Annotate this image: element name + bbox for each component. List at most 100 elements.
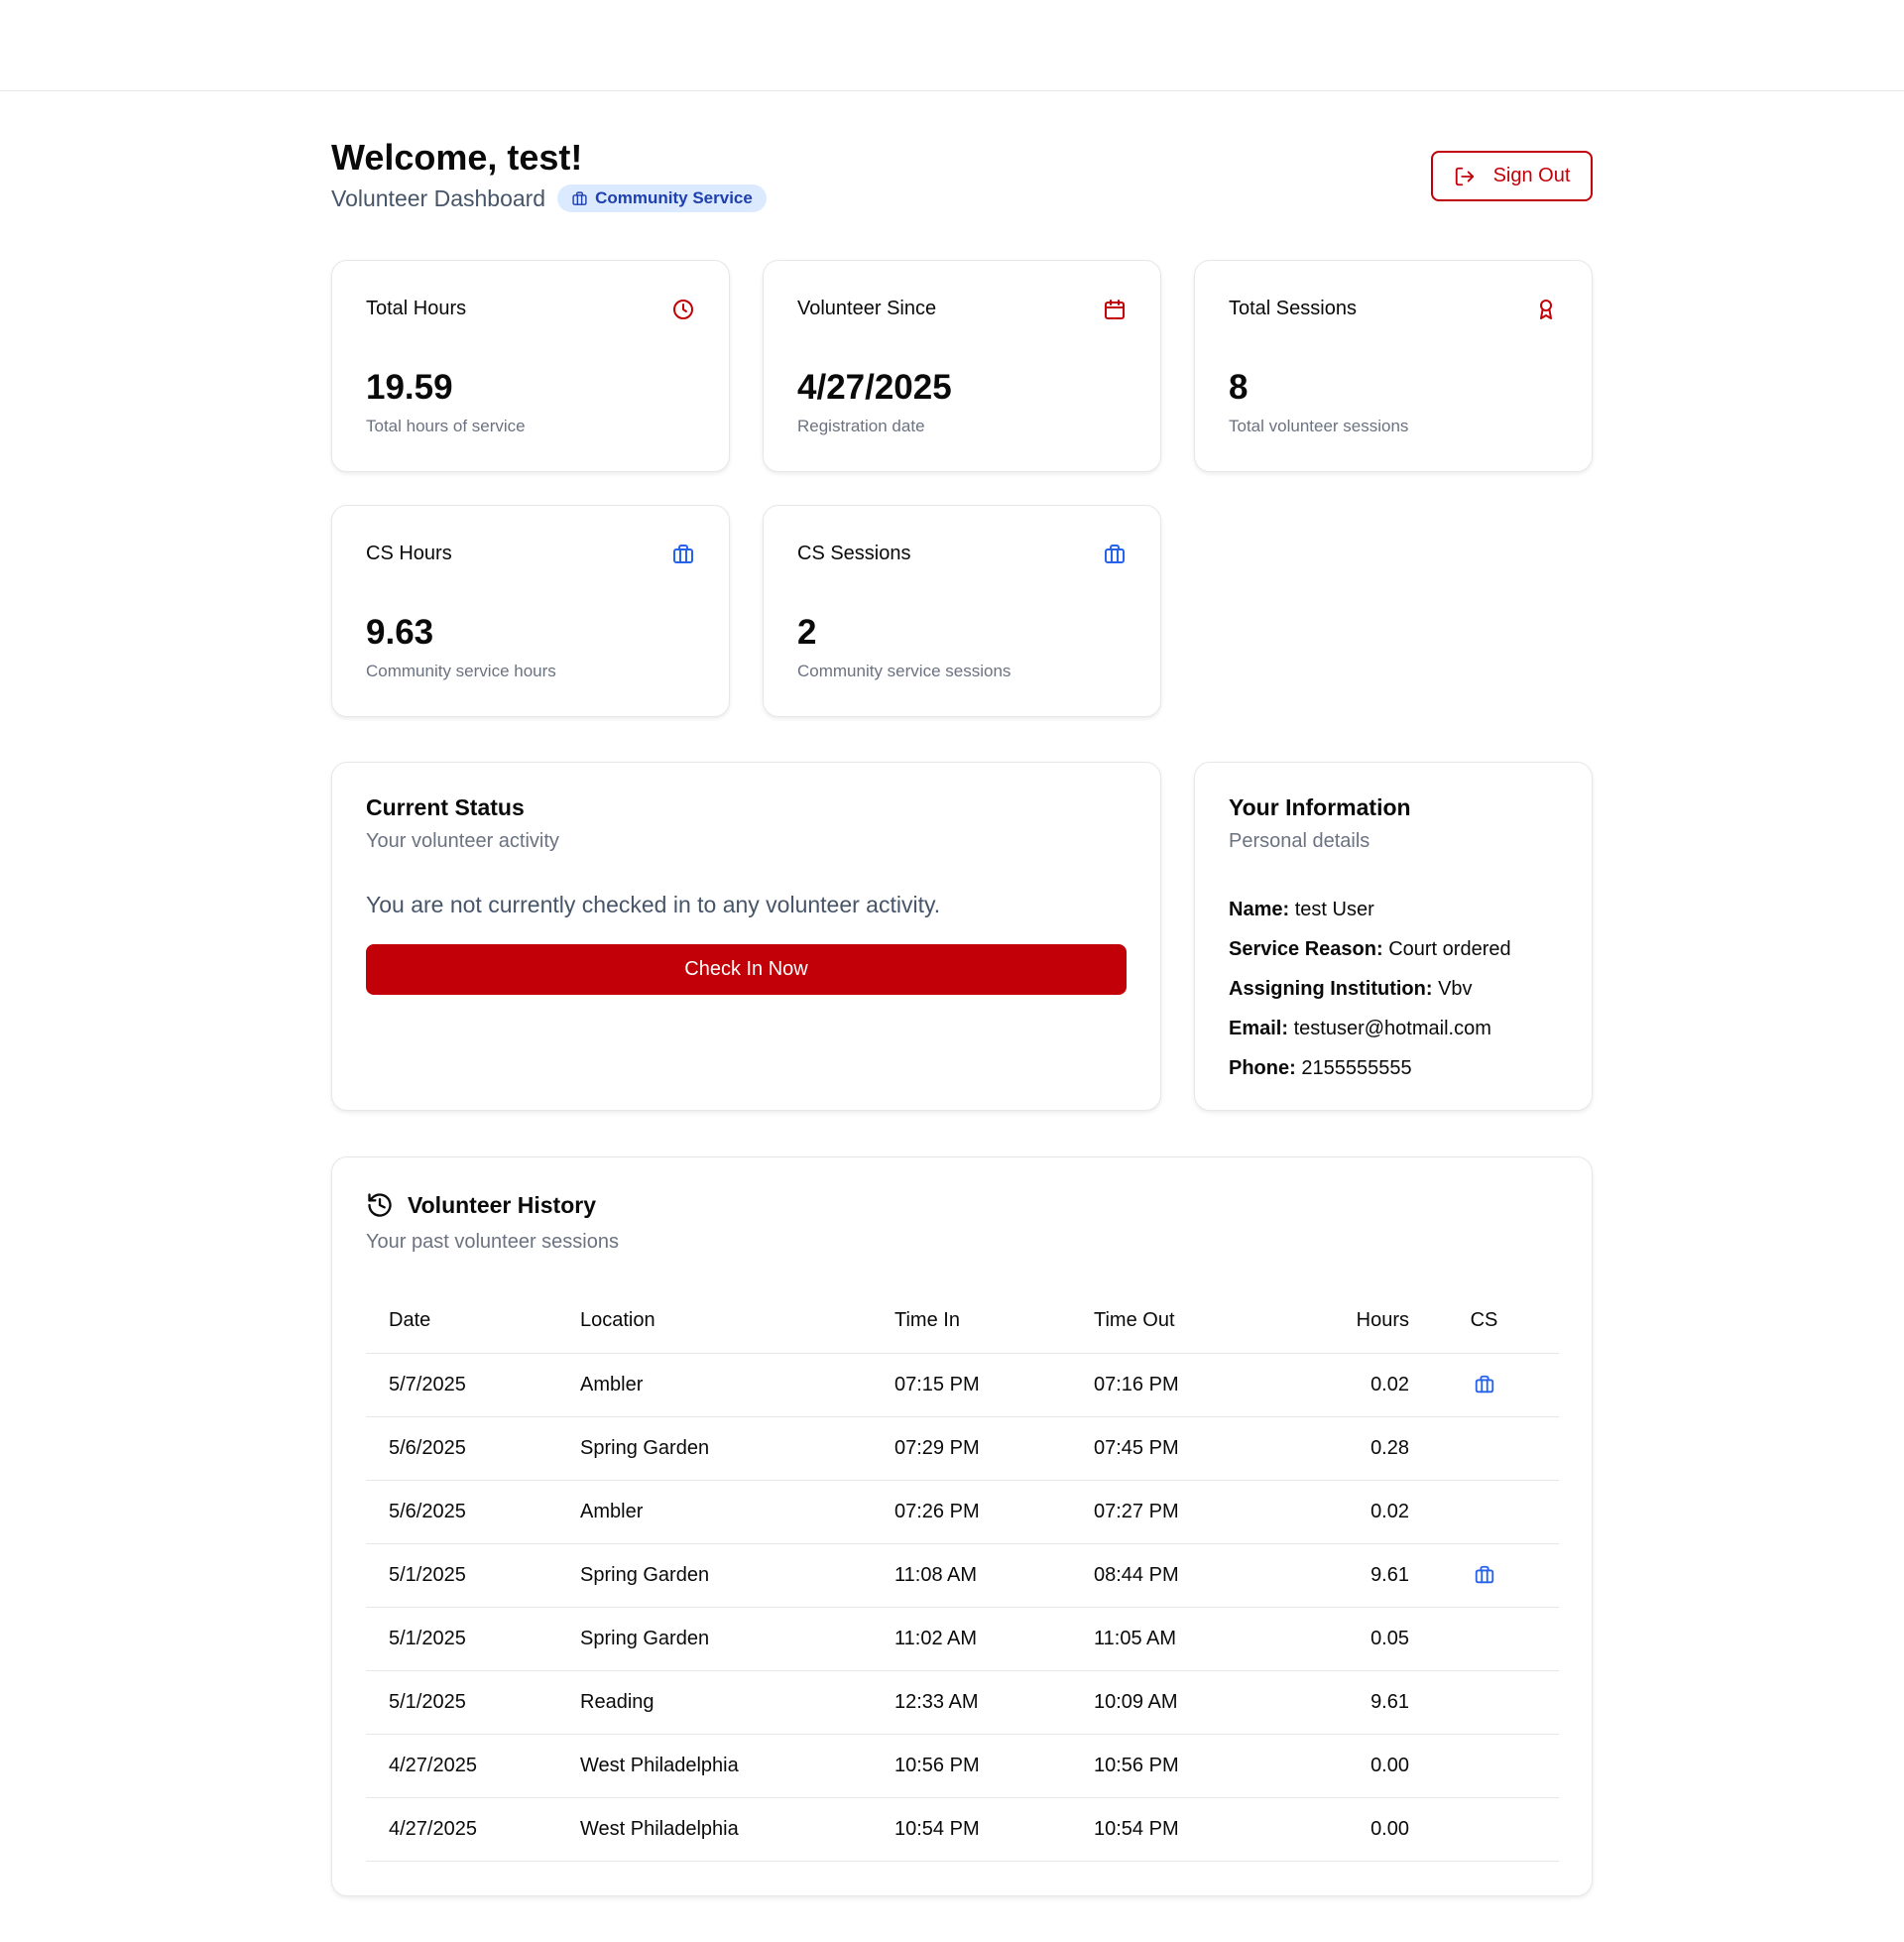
cell-cs <box>1409 1353 1559 1417</box>
cell-date: 4/27/2025 <box>366 1797 580 1862</box>
cell-time-in: 07:29 PM <box>894 1416 1094 1481</box>
cell-cs <box>1409 1797 1559 1862</box>
check-in-button[interactable]: Check In Now <box>366 944 1127 995</box>
history-header: Volunteer History <box>366 1191 596 1219</box>
briefcase-icon <box>1475 1376 1493 1394</box>
history-table: Date Location Time In Time Out Hours CS … <box>366 1289 1559 1862</box>
cell-date: 5/1/2025 <box>366 1670 580 1735</box>
stat-caption: Community service hours <box>366 662 556 680</box>
field-value: testuser@hotmail.com <box>1293 1018 1491 1039</box>
cell-time-in: 11:02 AM <box>894 1607 1094 1671</box>
cell-time-out: 10:56 PM <box>1094 1734 1270 1798</box>
info-list: Name: test User Service Reason: Court or… <box>1229 890 1511 1088</box>
status-title: Current Status <box>366 794 525 820</box>
cell-time-out: 10:09 AM <box>1094 1670 1270 1735</box>
column-header-time-out: Time Out <box>1094 1289 1270 1354</box>
column-header-hours: Hours <box>1270 1289 1409 1354</box>
subtitle-row: Volunteer Dashboard Community Service <box>331 184 767 212</box>
stat-label: Volunteer Since <box>797 298 937 319</box>
cell-location: Spring Garden <box>580 1543 894 1608</box>
cell-date: 5/6/2025 <box>366 1480 580 1544</box>
info-subtitle: Personal details <box>1229 830 1370 852</box>
info-phone: Phone: 2155555555 <box>1229 1048 1511 1088</box>
cell-cs <box>1409 1543 1559 1608</box>
cell-time-in: 07:15 PM <box>894 1353 1094 1417</box>
stat-value: 19.59 <box>366 368 453 407</box>
info-assigning-institution: Assigning Institution: Vbv <box>1229 969 1511 1009</box>
cell-location: Spring Garden <box>580 1416 894 1481</box>
cell-hours: 0.00 <box>1270 1797 1409 1862</box>
column-header-cs: CS <box>1409 1289 1559 1354</box>
page-subtitle: Volunteer Dashboard <box>331 184 546 211</box>
cell-date: 5/6/2025 <box>366 1416 580 1481</box>
cell-hours: 9.61 <box>1270 1543 1409 1608</box>
field-value: Vbv <box>1438 978 1473 1000</box>
stat-card-total-sessions: Total Sessions 8 Total volunteer session… <box>1194 260 1593 472</box>
stat-label: CS Sessions <box>797 543 911 564</box>
info-email: Email: testuser@hotmail.com <box>1229 1009 1511 1048</box>
cell-cs <box>1409 1480 1559 1544</box>
stat-label: Total Sessions <box>1229 298 1357 319</box>
info-service-reason: Service Reason: Court ordered <box>1229 929 1511 969</box>
cell-location: Ambler <box>580 1353 894 1417</box>
table-row: 4/27/2025 West Philadelphia 10:56 PM 10:56 … <box>366 1734 1559 1798</box>
stat-value: 2 <box>797 613 817 652</box>
cell-hours: 0.00 <box>1270 1734 1409 1798</box>
cell-cs <box>1409 1670 1559 1735</box>
cell-time-out: 07:45 PM <box>1094 1416 1270 1481</box>
column-header-time-in: Time In <box>894 1289 1094 1354</box>
stat-value: 4/27/2025 <box>797 368 952 407</box>
stat-caption: Total hours of service <box>366 417 526 435</box>
table-row: 5/6/2025 Ambler 07:26 PM 07:27 PM 0.02 <box>366 1480 1559 1544</box>
briefcase-icon <box>673 545 693 563</box>
history-subtitle: Your past volunteer sessions <box>366 1231 619 1253</box>
page-title: Welcome, test! <box>331 137 583 178</box>
cell-hours: 0.02 <box>1270 1353 1409 1417</box>
cell-time-in: 10:54 PM <box>894 1797 1094 1862</box>
stat-caption: Community service sessions <box>797 662 1012 680</box>
cell-time-out: 07:27 PM <box>1094 1480 1270 1544</box>
stat-value: 8 <box>1229 368 1249 407</box>
field-label: Phone: <box>1229 1057 1296 1079</box>
cell-location: West Philadelphia <box>580 1734 894 1798</box>
cell-time-in: 10:56 PM <box>894 1734 1094 1798</box>
stat-card-volunteer-since: Volunteer Since 4/27/2025 Registration d… <box>763 260 1161 472</box>
field-value: test User <box>1294 899 1374 920</box>
stat-caption: Total volunteer sessions <box>1229 417 1409 435</box>
info-title: Your Information <box>1229 794 1411 820</box>
cell-hours: 0.28 <box>1270 1416 1409 1481</box>
stat-label: Total Hours <box>366 298 467 319</box>
cell-time-out: 10:54 PM <box>1094 1797 1270 1862</box>
stat-value: 9.63 <box>366 613 434 652</box>
log-out-icon <box>1455 167 1474 185</box>
cell-hours: 0.05 <box>1270 1607 1409 1671</box>
field-label: Email: <box>1229 1018 1289 1039</box>
table-row: 5/7/2025 Ambler 07:15 PM 07:16 PM 0.02 <box>366 1353 1559 1417</box>
table-row: 5/1/2025 Spring Garden 11:02 AM 11:05 AM 0.0… <box>366 1607 1559 1671</box>
table-row: 4/27/2025 West Philadelphia 10:54 PM 10:54 … <box>366 1797 1559 1862</box>
cell-time-in: 12:33 AM <box>894 1670 1094 1735</box>
community-service-badge: Community Service <box>557 184 767 212</box>
table-row: 5/6/2025 Spring Garden 07:29 PM 07:45 PM 0.2… <box>366 1416 1559 1481</box>
cell-location: Ambler <box>580 1480 894 1544</box>
cell-date: 4/27/2025 <box>366 1734 580 1798</box>
current-status-card: Current Status Your volunteer activity Y… <box>331 762 1161 1111</box>
info-name: Name: test User <box>1229 890 1511 929</box>
briefcase-icon <box>1475 1566 1493 1584</box>
field-label: Assigning Institution: <box>1229 978 1433 1000</box>
cell-location: West Philadelphia <box>580 1797 894 1862</box>
cell-time-out: 08:44 PM <box>1094 1543 1270 1608</box>
history-icon <box>368 1193 392 1217</box>
sign-out-button[interactable]: Sign Out <box>1431 151 1593 201</box>
stat-card-total-hours: Total Hours 19.59 Total hours of service <box>331 260 730 472</box>
cell-cs <box>1409 1734 1559 1798</box>
dashboard-container: Welcome, test! Volunteer Dashboard Commu… <box>331 91 1593 1896</box>
field-label: Name: <box>1229 899 1290 920</box>
badge-label: Community Service <box>595 188 753 207</box>
cell-location: Spring Garden <box>580 1607 894 1671</box>
clock-icon <box>673 300 693 319</box>
stat-card-cs-sessions: CS Sessions 2 Community service sessions <box>763 505 1161 717</box>
award-icon <box>1540 300 1552 319</box>
status-message: You are not currently checked in to any … <box>366 892 941 917</box>
cell-time-out: 07:16 PM <box>1094 1353 1270 1417</box>
